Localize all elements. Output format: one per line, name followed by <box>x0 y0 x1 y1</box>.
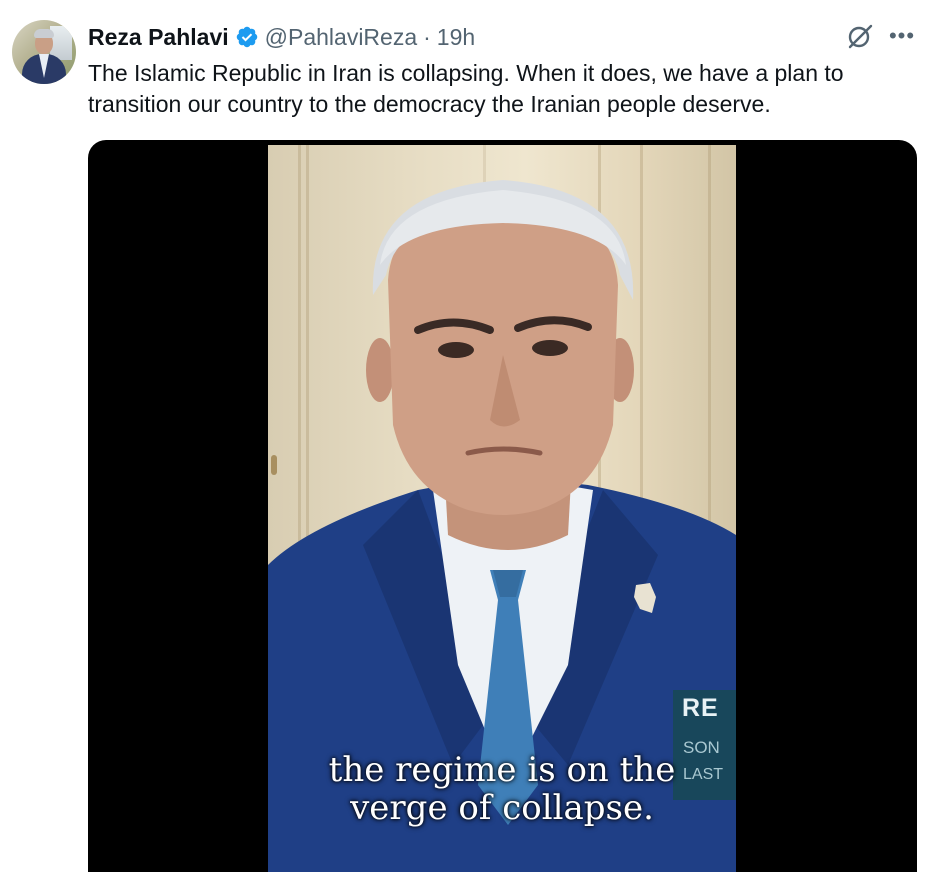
video-caption: the regime is on the verge of collapse. <box>268 751 736 827</box>
tweet-header: Reza Pahlavi @PahlaviReza · 19h <box>88 22 475 52</box>
timestamp[interactable]: 19h <box>437 24 475 51</box>
author-name[interactable]: Reza Pahlavi <box>88 24 229 51</box>
verified-badge-icon <box>236 26 257 48</box>
video-frame[interactable]: RE SON LAST the regime is on the verge o… <box>268 145 736 872</box>
tweet-text: The Islamic Republic in Iran is collapsi… <box>88 60 844 117</box>
video-player[interactable]: RE SON LAST the regime is on the verge o… <box>88 140 917 872</box>
lower-third-name: RE <box>682 694 719 722</box>
avatar[interactable] <box>12 20 76 84</box>
tweet: Reza Pahlavi @PahlaviReza · 19h ••• The … <box>0 0 946 872</box>
caption-line-1: the regime is on the <box>328 750 676 790</box>
author-handle[interactable]: @PahlaviReza <box>265 24 417 51</box>
separator: · <box>423 23 431 50</box>
caption-line-2: verge of collapse. <box>350 788 654 828</box>
more-icon[interactable]: ••• <box>888 24 916 48</box>
grok-icon[interactable] <box>844 20 876 52</box>
